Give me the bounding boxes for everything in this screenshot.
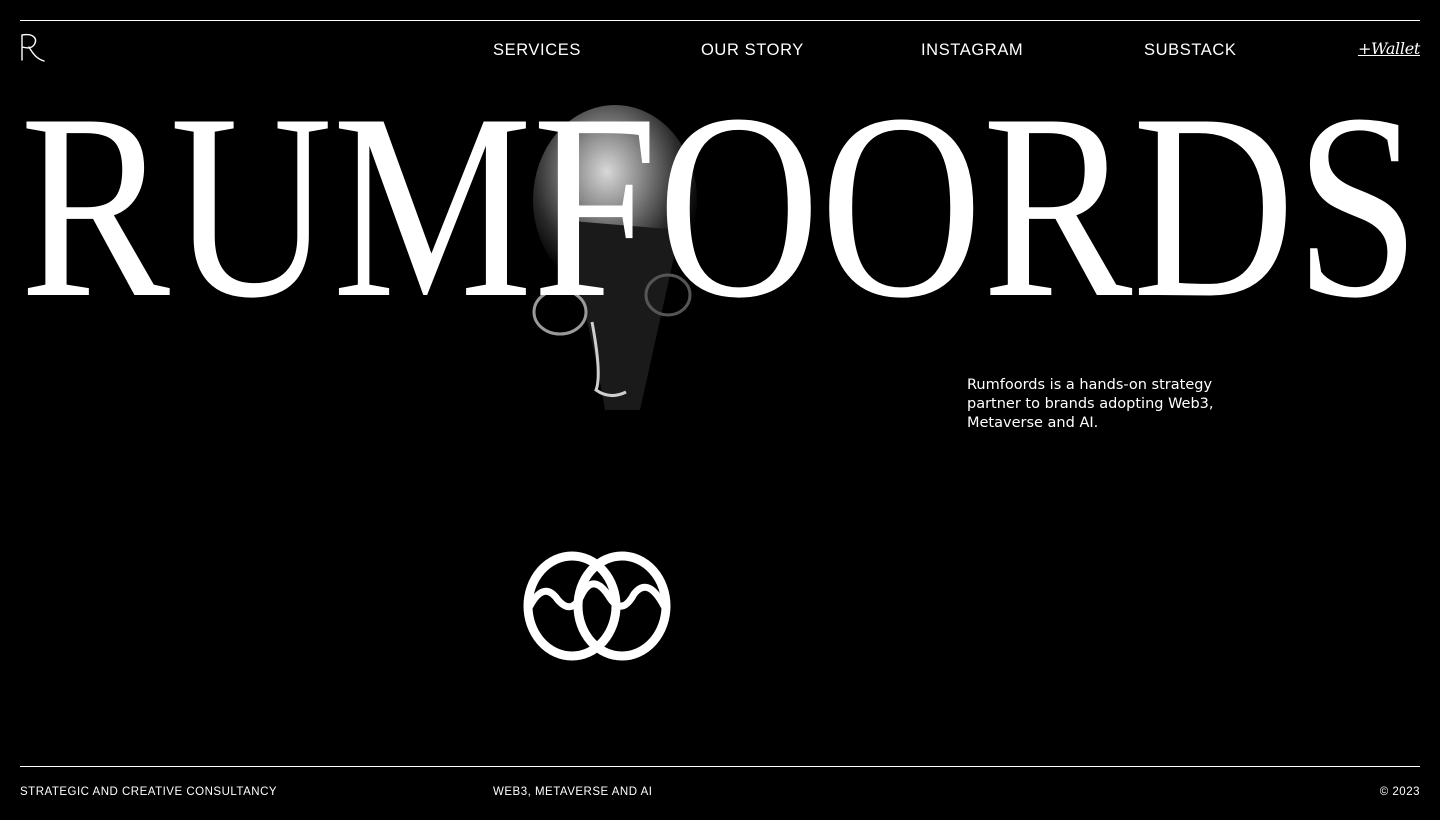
hero-art: RUMFOORDS [20, 60, 1420, 410]
top-divider [20, 20, 1420, 21]
footer-focus-areas: WEB3, METAVERSE AND AI [493, 786, 653, 798]
nav-our-story[interactable]: OUR STORY [701, 40, 804, 60]
footer-copyright: © 2023 [1379, 786, 1420, 798]
hero: RUMFOORDS [0, 60, 1440, 420]
hero-tagline: Rumfoords is a hands-on strategy partner… [967, 377, 1214, 431]
nav-services[interactable]: SERVICES [493, 40, 581, 60]
footer-consultancy: STRATEGIC AND CREATIVE CONSULTANCY [20, 786, 278, 798]
wordmark: RUMFOORDS [20, 90, 1420, 353]
bottom-divider [20, 766, 1420, 767]
double-ring-wave-emblem-icon [523, 551, 671, 661]
nav-instagram[interactable]: INSTAGRAM [921, 40, 1023, 60]
r-monogram-icon [21, 33, 45, 62]
logo-link[interactable] [18, 30, 52, 66]
nav-substack[interactable]: SUBSTACK [1144, 40, 1237, 60]
connect-wallet-button[interactable]: +Wallet [1358, 39, 1420, 59]
